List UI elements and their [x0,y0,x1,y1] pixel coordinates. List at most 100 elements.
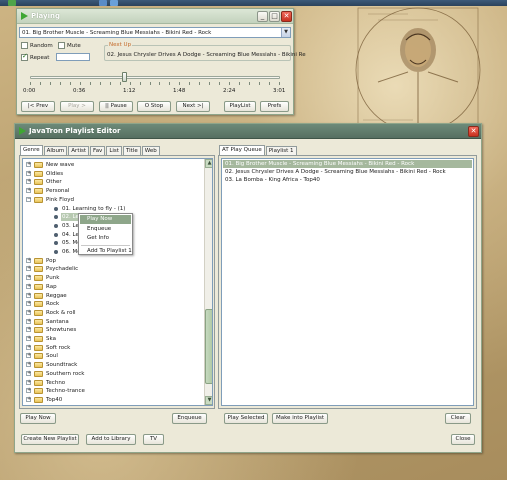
play-now-button[interactable]: Play Now [20,413,56,424]
playlist-editor-window: JavaTron Playlist Editor ✕ Genre Album Art… [14,123,482,453]
expand-icon[interactable]: + [26,353,31,359]
tree-folder-row[interactable]: + Soundtrack [23,361,204,369]
tree-folder-row[interactable]: + Oldies [23,170,204,178]
tree-folder-row[interactable]: + Techno-trance [23,387,204,395]
chevron-down-icon[interactable]: ▼ [281,28,290,37]
menu-item-play-now[interactable]: Play Now [80,215,131,224]
add-to-library-button[interactable]: Add to Library [86,434,136,445]
scroll-thumb[interactable] [205,309,212,384]
playlist-button[interactable]: PlayList [224,101,256,112]
tree-folder-row[interactable]: + Techno [23,379,204,387]
tree-folder-label: Rap [46,283,57,290]
expand-icon[interactable]: + [26,188,31,194]
expand-icon[interactable]: + [26,309,31,315]
folder-icon [34,266,43,273]
tree-folder-row[interactable]: + Showtunes [23,326,204,334]
queue-item[interactable]: 01. Big Brother Muscle - Screaming Blue … [223,160,472,168]
expand-icon[interactable]: + [26,170,31,176]
expand-icon[interactable]: + [26,292,31,298]
mute-checkbox[interactable] [58,42,65,49]
tree-folder-row[interactable]: + Santana [23,318,204,326]
tree-folder-row[interactable]: + Southern rock [23,370,204,378]
volume-field[interactable] [56,53,90,61]
tree-folder-row[interactable]: + Rock [23,300,204,308]
collapse-icon[interactable]: − [26,196,31,202]
menu-item-enqueue[interactable]: Enqueue [80,225,131,234]
tree-folder-row[interactable]: + New wave [23,161,204,169]
prefs-button[interactable]: Prefs [260,101,289,112]
expand-icon[interactable]: + [26,275,31,281]
tree-folder-label: Soundtrack [46,362,78,369]
close-button[interactable]: ✕ [468,126,479,137]
next-button[interactable]: Next >| [176,101,210,112]
app-icon-green[interactable] [8,0,16,6]
expand-icon[interactable]: + [26,301,31,307]
expand-icon[interactable]: + [26,388,31,394]
tree-folder-row[interactable]: + Reggae [23,292,204,300]
expand-icon[interactable]: + [26,336,31,341]
tree-folder-row[interactable]: + Pop [23,257,204,265]
tree-folder-row[interactable]: + Other [23,178,204,186]
position-slider-thumb[interactable] [122,72,127,82]
tree-folder-row[interactable]: + Rap [23,283,204,291]
play-selected-button[interactable]: Play Selected [224,413,268,424]
expand-icon[interactable]: + [26,396,31,402]
random-checkbox[interactable] [21,42,28,49]
expand-icon[interactable]: + [26,318,31,324]
scroll-up-icon[interactable]: ▲ [205,159,212,168]
app-icon-blue[interactable] [99,0,107,6]
play-queue-list[interactable]: 01. Big Brother Muscle - Screaming Blue … [221,158,474,406]
menu-item-get-info[interactable]: Get Info [80,234,131,243]
tree-folder-row[interactable]: + Personal [23,187,204,195]
editor-titlebar[interactable]: JavaTron Playlist Editor ✕ [15,124,481,139]
expand-icon[interactable]: + [26,344,31,350]
expand-icon[interactable]: + [26,362,31,368]
expand-icon[interactable]: + [26,283,31,289]
stop-button[interactable]: O Stop [137,101,171,112]
tree-folder-row[interactable]: + Soft rock [23,344,204,352]
genre-tree[interactable]: + New wave + Oldies + Other + Personal − Pink Flo… [22,158,213,406]
expand-icon[interactable]: + [26,162,31,167]
tree-folder-label: Soul [46,353,58,360]
expand-icon[interactable]: + [26,379,31,385]
tree-folder-row[interactable]: + Psychadelic [23,265,204,273]
tv-button[interactable]: TV [143,434,164,445]
expand-icon[interactable]: + [26,179,31,185]
tree-folder-row[interactable]: + Ska [23,335,204,343]
pause-button[interactable]: || Pause [99,101,133,112]
position-slider-track[interactable] [30,76,280,79]
music-note-icon[interactable] [110,0,118,6]
close-editor-button[interactable]: Close [451,434,475,445]
enqueue-button[interactable]: Enqueue [172,413,207,424]
clear-button[interactable]: Clear [445,413,471,424]
expand-icon[interactable]: + [26,257,31,263]
repeat-checkbox[interactable] [21,52,28,61]
playing-titlebar[interactable]: Playing _ □ ✕ [17,9,293,24]
tree-folder-row[interactable]: − Pink Floyd [23,196,204,204]
scroll-down-icon[interactable]: ▼ [205,396,212,405]
make-into-playlist-button[interactable]: Make into Playlist [272,413,328,424]
time-label: 0:00 [23,88,36,94]
menu-item-add-to-playlist-1[interactable]: Add To Playlist 1 [80,247,132,256]
create-new-playlist-button[interactable]: Create New Playlist [21,434,79,445]
minimize-button[interactable]: _ [257,11,268,22]
queue-item[interactable]: 03. La Bomba - King Africa - Top40 [223,176,472,184]
folder-icon [34,257,43,264]
tree-scrollbar[interactable]: ▲ ▼ [204,159,212,405]
tree-folder-row[interactable]: + Soul [23,352,204,360]
slider-tick [269,82,270,85]
prev-button[interactable]: |< Prev [21,101,55,112]
expand-icon[interactable]: + [26,370,31,376]
current-track-combo[interactable]: 01. Big Brother Muscle - Screaming Blue … [19,27,291,38]
tree-folder-row[interactable]: + Punk [23,274,204,282]
tree-folder-row[interactable]: + Top40 [23,396,204,404]
tree-track-row[interactable]: 01. Learning to fly - (1) [23,205,204,213]
play-button[interactable]: Play > [60,101,94,112]
close-button[interactable]: ✕ [281,11,292,22]
expand-icon[interactable]: + [26,266,31,272]
folder-icon [34,362,43,369]
expand-icon[interactable]: + [26,327,31,333]
tree-folder-row[interactable]: + Rock & roll [23,309,204,317]
maximize-button[interactable]: □ [269,11,280,22]
queue-item[interactable]: 02. Jesus Chrysler Drives A Dodge - Scre… [223,168,472,176]
